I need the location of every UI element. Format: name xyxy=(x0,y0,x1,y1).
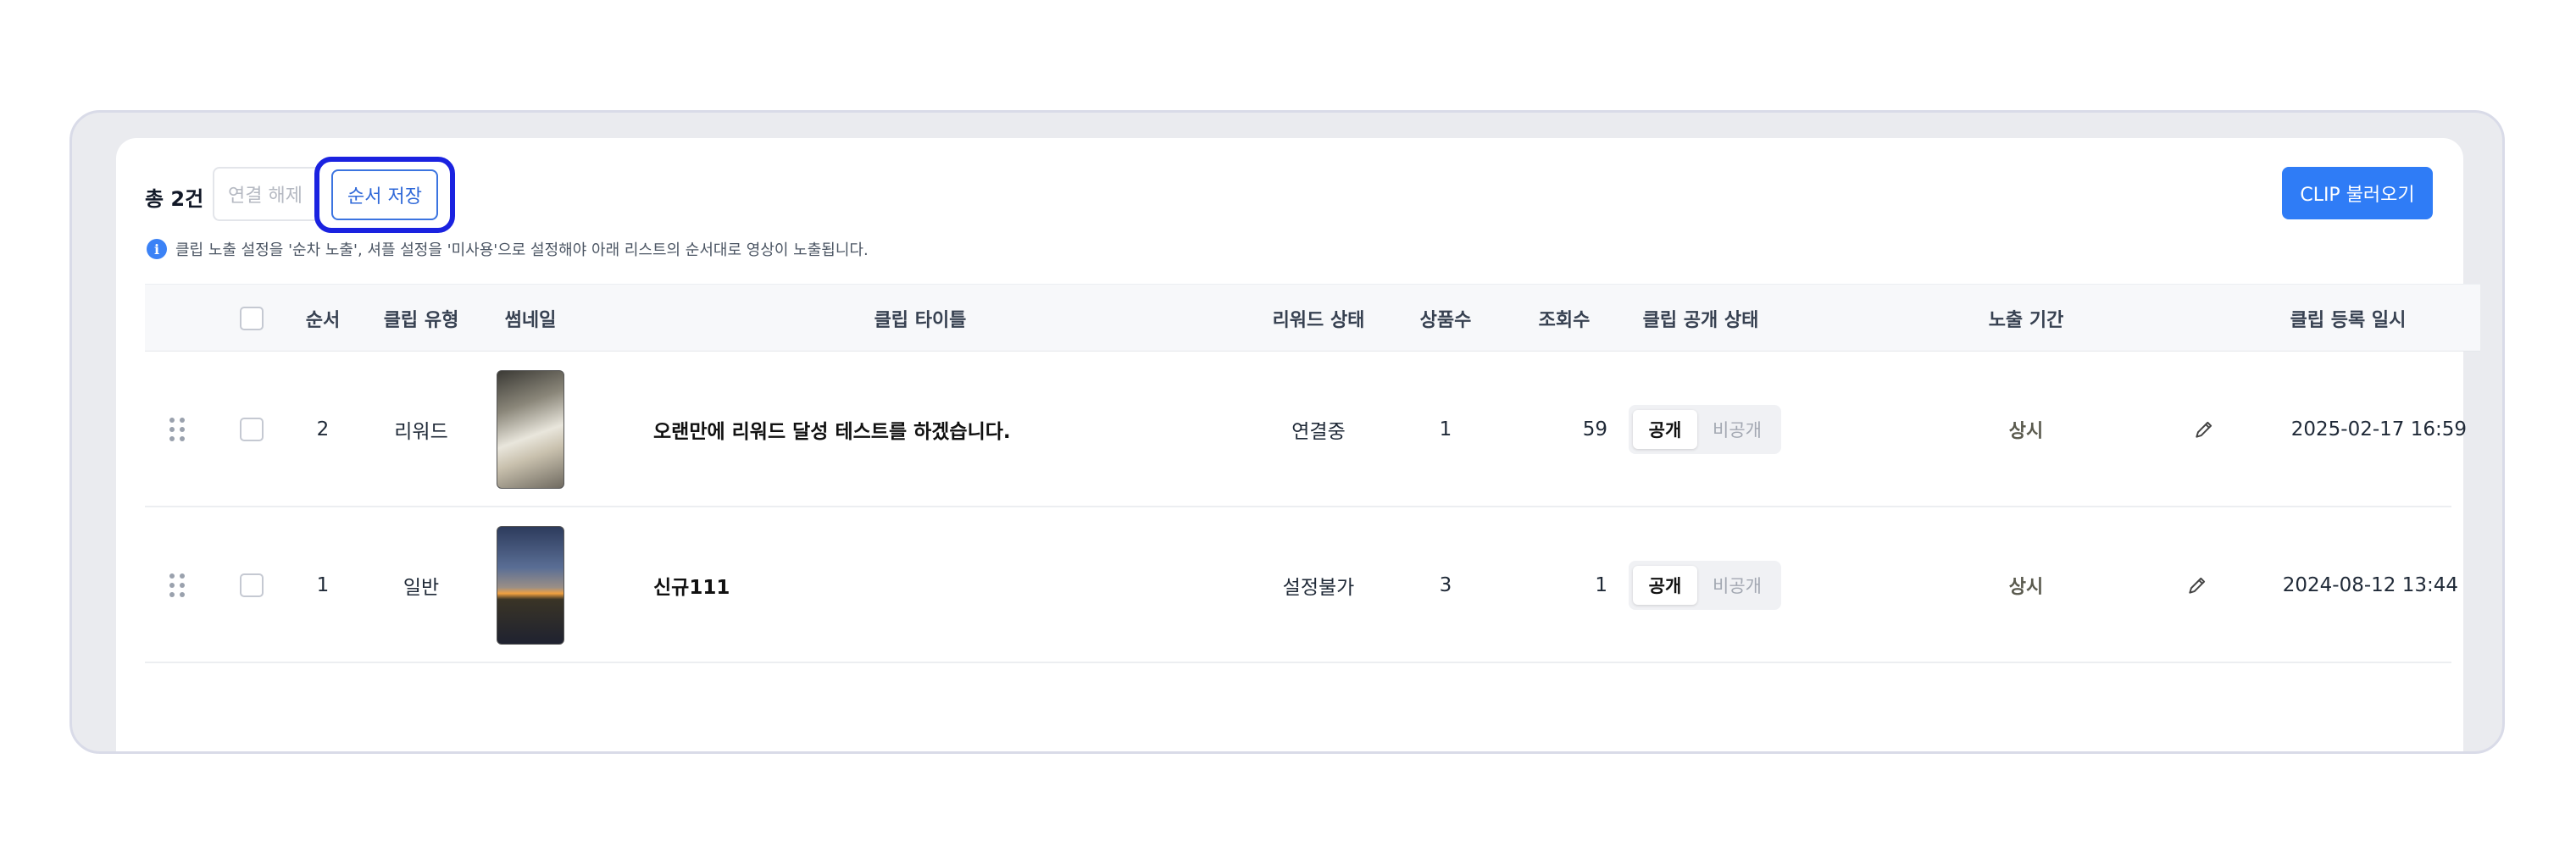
unlink-button[interactable]: 연결 해제 xyxy=(213,167,323,221)
header-thumbnail: 썸네일 xyxy=(504,310,557,331)
row-checkbox[interactable] xyxy=(240,573,264,597)
save-order-button[interactable]: 순서 저장 xyxy=(331,169,438,220)
product-count-cell: 1 xyxy=(1439,418,1452,440)
clip-title-cell[interactable]: 신규111 xyxy=(653,507,1246,663)
drag-handle[interactable] xyxy=(158,507,196,663)
public-option[interactable]: 공개 xyxy=(1633,566,1697,605)
clip-title-cell[interactable]: 오랜만에 리워드 달성 테스트를 하겠습니다. xyxy=(653,352,1246,507)
select-all-cell xyxy=(226,285,277,352)
visibility-cell: 공개 비공개 xyxy=(1624,352,1785,507)
header-view-count: 조회수 xyxy=(1538,310,1591,331)
drag-handle-icon xyxy=(169,573,185,597)
drag-handle-icon xyxy=(169,418,185,441)
clip-thumbnail[interactable] xyxy=(497,526,564,645)
private-option[interactable]: 비공개 xyxy=(1697,410,1777,449)
header-clip-title: 클립 타이틀 xyxy=(874,310,967,331)
clip-thumbnail[interactable] xyxy=(497,370,564,489)
save-order-highlight: 순서 저장 xyxy=(314,157,455,233)
private-option[interactable]: 비공개 xyxy=(1697,566,1777,605)
row-select-cell xyxy=(226,352,277,507)
header-reward-status: 리워드 상태 xyxy=(1272,310,1365,331)
header-exposure-period: 노출 기간 xyxy=(1988,310,2064,331)
clip-type-cell: 리워드 xyxy=(394,421,448,443)
select-all-checkbox[interactable] xyxy=(240,307,264,330)
clip-type-cell: 일반 xyxy=(402,577,440,599)
registered-at-cell: 2025-02-17 16:59 xyxy=(2290,418,2467,440)
visibility-toggle[interactable]: 공개 비공개 xyxy=(1629,561,1781,610)
info-notice: i 클립 노출 설정을 '순차 노출', 셔플 설정을 '미사용'으로 설정해야… xyxy=(147,238,869,260)
exposure-period-cell: 상시 xyxy=(2008,421,2044,442)
header-order: 순서 xyxy=(305,310,341,331)
visibility-toggle[interactable]: 공개 비공개 xyxy=(1629,405,1781,454)
drag-handle[interactable] xyxy=(158,352,196,507)
info-icon: i xyxy=(147,239,167,259)
thumbnail-cell xyxy=(484,507,577,663)
table-row: 1 일반 신규111 설정불가 3 1 공개 비공개 상시 2024-08-12… xyxy=(145,507,2458,663)
header-registered-at: 클립 등록 일시 xyxy=(2290,310,2407,331)
info-text: 클립 노출 설정을 '순차 노출', 셔플 설정을 '미사용'으로 설정해야 아… xyxy=(175,241,869,259)
pencil-icon xyxy=(2196,421,2212,438)
row-select-cell xyxy=(226,507,277,663)
table-row: 2 리워드 오랜만에 리워드 달성 테스트를 하겠습니다. 연결중 1 59 공… xyxy=(145,352,2467,507)
row-checkbox[interactable] xyxy=(240,418,264,441)
clip-list-panel: 총 2건 연결 해제 순서 저장 CLIP 불러오기 i 클립 노출 설정을 '… xyxy=(116,138,2480,751)
reward-status-cell: 설정불가 xyxy=(1282,577,1355,599)
edit-period-button[interactable] xyxy=(2172,507,2223,663)
edit-period-button[interactable] xyxy=(2179,352,2229,507)
thumbnail-cell xyxy=(484,352,577,507)
import-clip-button[interactable]: CLIP 불러오기 xyxy=(2282,167,2433,219)
public-option[interactable]: 공개 xyxy=(1633,410,1697,449)
view-count-cell: 1 xyxy=(1595,574,1607,596)
visibility-cell: 공개 비공개 xyxy=(1624,507,1785,663)
clip-table: 순서 클립 유형 썸네일 클립 타이틀 리워드 상태 상품수 조회수 클립 공개… xyxy=(145,284,2480,663)
table-header: 순서 클립 유형 썸네일 클립 타이틀 리워드 상태 상품수 조회수 클립 공개… xyxy=(145,284,2480,352)
content-frame: 총 2건 연결 해제 순서 저장 CLIP 불러오기 i 클립 노출 설정을 '… xyxy=(69,110,2505,754)
header-clip-type: 클립 유형 xyxy=(383,310,459,331)
reward-status-cell: 연결중 xyxy=(1291,421,1346,443)
view-count-cell: 59 xyxy=(1582,418,1607,440)
header-visibility: 클립 공개 상태 xyxy=(1642,310,1759,331)
pencil-icon xyxy=(2189,577,2206,594)
header-product-count: 상품수 xyxy=(1419,310,1472,331)
exposure-period-cell: 상시 xyxy=(2008,577,2044,598)
registered-at-cell: 2024-08-12 13:44 xyxy=(2282,574,2458,596)
order-cell: 2 xyxy=(316,418,330,440)
product-count-cell: 3 xyxy=(1439,574,1452,596)
order-cell: 1 xyxy=(316,574,330,596)
total-count: 총 2건 xyxy=(145,187,204,211)
